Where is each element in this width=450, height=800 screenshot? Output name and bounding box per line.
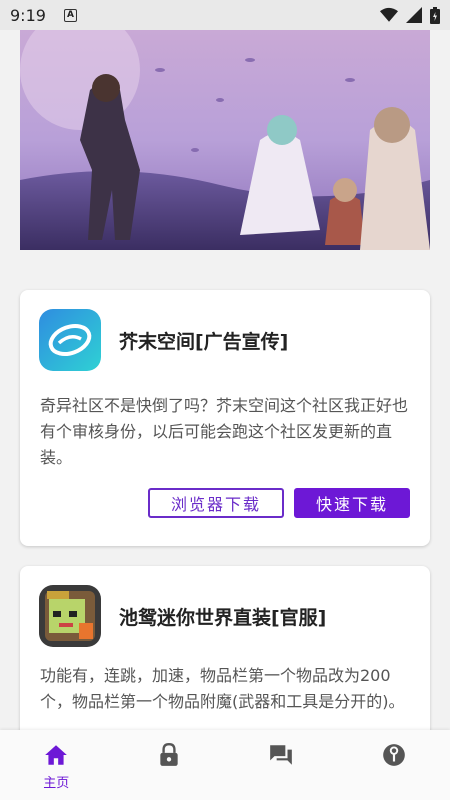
lock-icon: [160, 742, 178, 766]
nav-lock[interactable]: [113, 730, 226, 768]
card-actions: 浏览器下载 快速下载: [148, 488, 410, 518]
nav-home-label: 主页: [43, 776, 70, 791]
nav-info[interactable]: [338, 730, 450, 768]
browser-download-button[interactable]: 浏览器下载: [148, 488, 284, 518]
mini-world-app-icon: [39, 585, 101, 647]
app-description: 功能有，连跳，加速，物品栏第一个物品改为200个，物品栏第一个物品附魔(武器和工…: [40, 666, 405, 711]
card-header: 池鸳迷你世界直装[官服]: [20, 566, 430, 647]
nav-messages[interactable]: [225, 730, 338, 768]
mustard-space-app-icon: [39, 309, 101, 371]
wifi-icon: [380, 7, 398, 22]
app-title: 池鸳迷你世界直装[官服]: [119, 606, 327, 629]
battery-icon: [430, 6, 440, 24]
nav-home[interactable]: 主页: [0, 730, 113, 791]
status-bar: 9:19 A: [0, 0, 450, 30]
card-header: 芥末空间[广告宣传]: [20, 290, 430, 371]
home-icon: [45, 745, 68, 765]
app-title: 芥末空间[广告宣传]: [119, 330, 289, 353]
banner-image[interactable]: [20, 30, 430, 250]
app-card: 芥末空间[广告宣传] 奇异社区不是快倒了吗？芥末空间这个社区我正好也有个审核身份…: [20, 290, 430, 546]
chat-icon: [270, 745, 293, 765]
app-description: 奇异社区不是快倒了吗？芥末空间这个社区我正好也有个审核身份，以后可能会跑这个社区…: [40, 396, 409, 467]
fast-download-button[interactable]: 快速下载: [294, 488, 410, 518]
status-time: 9:19: [10, 5, 46, 25]
notification-icon: A: [63, 8, 77, 22]
bottom-navigation: 主页: [0, 730, 450, 800]
info-icon: [382, 744, 405, 766]
signal-icon: [406, 7, 422, 23]
